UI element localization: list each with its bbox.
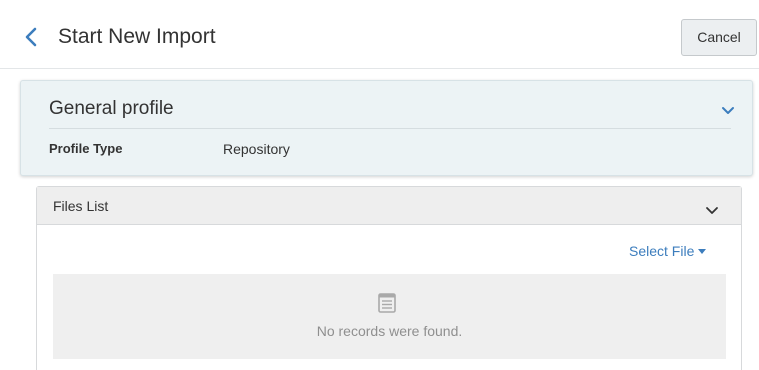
empty-state: No records were found. — [53, 274, 726, 359]
cancel-button[interactable]: Cancel — [681, 19, 757, 56]
files-collapse-toggle[interactable] — [705, 202, 719, 214]
profile-type-value: Repository — [223, 141, 290, 157]
empty-message: No records were found. — [316, 323, 463, 339]
import-page: Start New Import Cancel General profile … — [0, 0, 759, 370]
select-file-label: Select File — [629, 243, 695, 259]
list-icon — [378, 293, 396, 313]
files-list-title: Files List — [53, 198, 109, 214]
page-title: Start New Import — [58, 25, 216, 48]
profile-type-label: Profile Type — [49, 141, 123, 156]
profile-collapse-toggle[interactable] — [721, 103, 735, 114]
profile-section-title: General profile — [49, 98, 174, 119]
chevron-down-icon — [706, 207, 718, 214]
profile-divider — [49, 128, 731, 129]
select-file-dropdown[interactable]: Select File — [629, 242, 707, 260]
back-button[interactable] — [22, 25, 44, 49]
files-list-panel: Files List Select File No records were f… — [36, 186, 742, 370]
chevron-down-icon — [722, 107, 734, 114]
general-profile-panel: General profile Profile Type Repository — [20, 80, 753, 176]
page-header: Start New Import Cancel — [0, 0, 759, 69]
caret-down-icon — [698, 248, 707, 254]
chevron-left-icon — [25, 27, 37, 47]
files-list-header[interactable]: Files List — [37, 187, 741, 225]
